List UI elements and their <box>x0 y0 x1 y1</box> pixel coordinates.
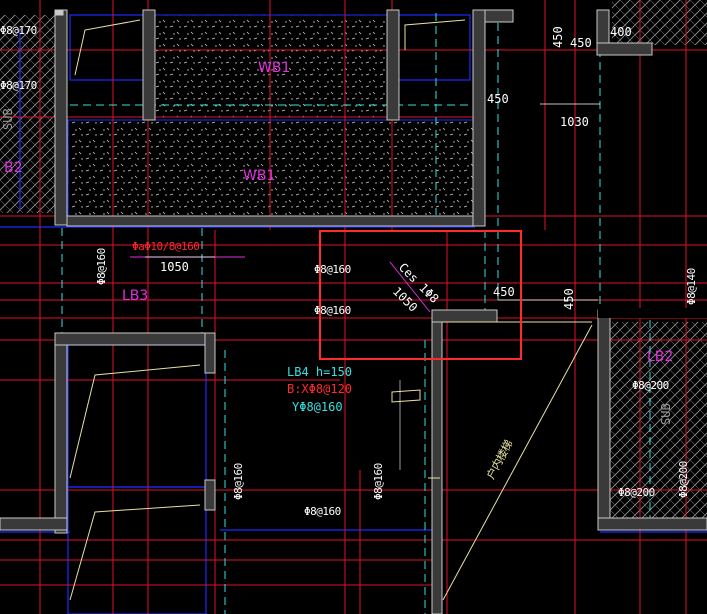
wall-bottom-left <box>0 517 68 531</box>
wall-center-col <box>472 9 486 227</box>
dim-450-c: 450 <box>487 92 509 106</box>
wall-top-inner-right <box>386 9 400 121</box>
dim-400: 400 <box>610 25 632 39</box>
dim-450-e: 450 <box>562 288 576 310</box>
rebar-center-160-1: Φ8@160 <box>314 263 351 276</box>
rebar-top-170-1: Φ8@170 <box>0 24 37 37</box>
rebar-vert-160-c: Φ8@160 <box>372 463 385 500</box>
wall-right-lower <box>597 309 611 531</box>
lb2-left-label: B2 <box>4 160 23 176</box>
lb4-title: LB4 h=150 <box>287 365 352 379</box>
rebar-vert-140: Φ8@140 <box>685 268 698 305</box>
lb4-y: YΦ8@160 <box>292 400 343 414</box>
rebar-vert-200: Φ8@200 <box>677 461 690 498</box>
wall-stair-left <box>431 309 443 614</box>
cad-drawing-canvas: WB1 WB1 LB3 LB2 B2 LB4 h=150 B:XΦ8@120 Y… <box>0 0 707 614</box>
wall-right-bottom <box>597 517 707 531</box>
lb3-label: LB3 <box>122 288 148 304</box>
sub-top: SUB <box>1 108 15 130</box>
dim-1030: 1030 <box>560 115 589 129</box>
rebar-vert-160-a: Φ8@160 <box>95 248 108 285</box>
wall-lower-mid2 <box>204 479 216 511</box>
dim-450-d: 450 <box>493 285 515 299</box>
wall-top-left-cap <box>54 9 64 16</box>
wall-left-lower <box>54 332 68 534</box>
wall-top-inner-left <box>142 9 156 121</box>
wall-top-horiz <box>66 215 478 227</box>
rebar-vert-160-b: Φ8@160 <box>232 463 245 500</box>
wall-right-cap <box>596 42 653 56</box>
lb2-label: LB2 <box>647 349 673 365</box>
wall-left-lower-cap <box>54 332 206 346</box>
wall-lower-mid <box>204 332 216 374</box>
wall-top-left-col <box>54 9 68 226</box>
wb1-mid-label: WB1 <box>243 168 275 184</box>
wall-stair-top <box>431 309 498 323</box>
rebar-bottom-160: Φ8@160 <box>304 505 341 518</box>
leader-note: ΦaΦ10/8@160 <box>132 240 199 253</box>
wb1-top-label: WB1 <box>258 60 290 76</box>
wall-center-top <box>484 9 514 23</box>
dim-1050-left: 1050 <box>160 260 189 274</box>
rebar-right-200-1: Φ8@200 <box>632 379 669 392</box>
rebar-top-170-2: Φ8@170 <box>0 79 37 92</box>
rebar-right-200-2: Φ8@200 <box>618 486 655 499</box>
lb4-bx: B:XΦ8@120 <box>287 382 352 396</box>
rebar-center-160-2: Φ8@160 <box>314 304 351 317</box>
wall-right-stub <box>598 308 707 318</box>
dim-450-b: 450 <box>570 36 592 50</box>
dim-450-a: 450 <box>551 26 565 48</box>
sub-right: SUB <box>659 403 673 425</box>
